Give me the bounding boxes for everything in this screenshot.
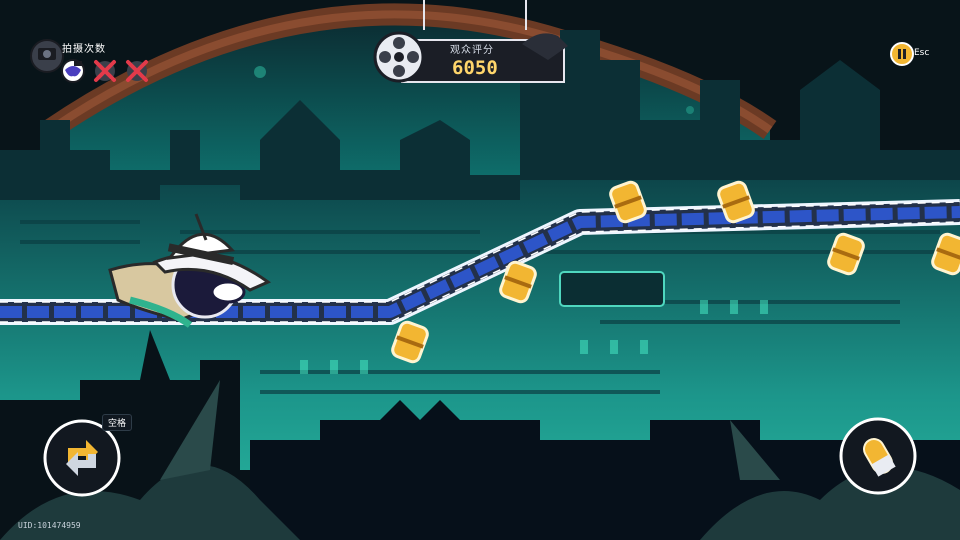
- jump-key-hint: 空格: [102, 414, 133, 431]
- player-uid: UID:101474959: [18, 521, 81, 530]
- attempt-slot-used: [92, 58, 118, 84]
- pause-button[interactable]: Esc: [890, 42, 942, 68]
- camera-ghost-icon: [30, 39, 64, 73]
- film-reel-icon: [373, 31, 425, 83]
- score-label: 观众评分: [450, 45, 494, 56]
- crossed-camera-icon: [126, 60, 148, 82]
- shoot-button[interactable]: [838, 416, 918, 496]
- camera-ghost-icon: [61, 59, 85, 83]
- audience-score-panel: 观众评分 6050: [372, 24, 572, 90]
- game-stage: 拍摄次数 观众评分 6050 Esc 空格 UID:101474959: [0, 0, 960, 540]
- score-value: 6050: [452, 57, 498, 79]
- crossed-camera-icon: [94, 60, 116, 82]
- bullet-icon: [839, 417, 917, 495]
- attempts-label: 拍摄次数: [62, 44, 106, 55]
- pause-key-hint: Esc: [914, 48, 930, 58]
- attempt-slot-remaining: [60, 58, 86, 84]
- pause-icon: [890, 42, 914, 66]
- shot-attempts-panel: 拍摄次数: [30, 34, 180, 90]
- attempt-slot-used: [124, 58, 150, 84]
